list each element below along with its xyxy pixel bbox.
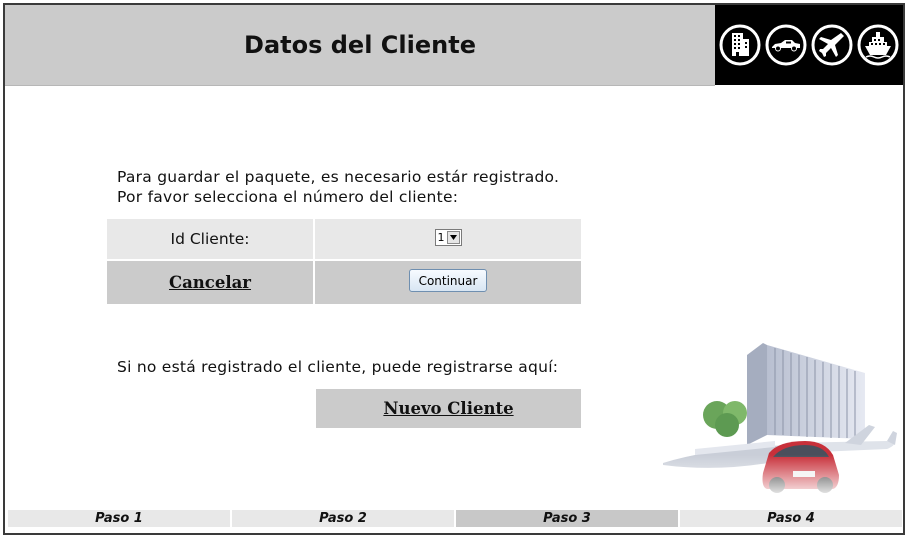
new-client-link[interactable]: Nuevo Cliente [383, 399, 513, 418]
travel-illustration [655, 343, 903, 495]
new-client-cell: Nuevo Cliente [316, 389, 581, 428]
step-1: Paso 1 [8, 510, 230, 527]
instructions-line-1: Para guardar el paquete, es necesario es… [117, 168, 560, 186]
continue-button[interactable]: Continuar [408, 269, 488, 292]
instructions-text: Para guardar el paquete, es necesario es… [117, 167, 637, 207]
id-cliente-selected-value: 1 [437, 231, 445, 244]
id-cliente-cell: 1 [315, 219, 581, 259]
register-prompt: Si no está registrado el cliente, puede … [117, 358, 559, 376]
id-cliente-label: Id Cliente: [107, 219, 313, 259]
instructions-line-2: Por favor selecciona el número del clien… [117, 188, 459, 206]
step-3: Paso 3 [456, 510, 678, 527]
step-2: Paso 2 [232, 510, 454, 527]
page-frame: Datos del Cliente Para guardar el paquet… [3, 3, 905, 535]
cancel-link[interactable]: Cancelar [169, 273, 251, 292]
id-cliente-select[interactable]: 1 [434, 229, 462, 246]
header-bar: Datos del Cliente [5, 5, 715, 86]
airplane-icon [811, 24, 853, 66]
hotel-icon [719, 24, 761, 66]
step-4: Paso 4 [680, 510, 902, 527]
car-icon [765, 24, 807, 66]
cancel-cell: Cancelar [107, 261, 313, 304]
page-title: Datos del Cliente [244, 31, 476, 59]
chevron-down-icon[interactable] [446, 231, 460, 244]
ship-icon [857, 24, 899, 66]
step-progress: Paso 1 Paso 2 Paso 3 Paso 4 [8, 510, 902, 527]
continue-cell: Continuar [315, 261, 581, 304]
travel-icon-bar [715, 5, 903, 85]
